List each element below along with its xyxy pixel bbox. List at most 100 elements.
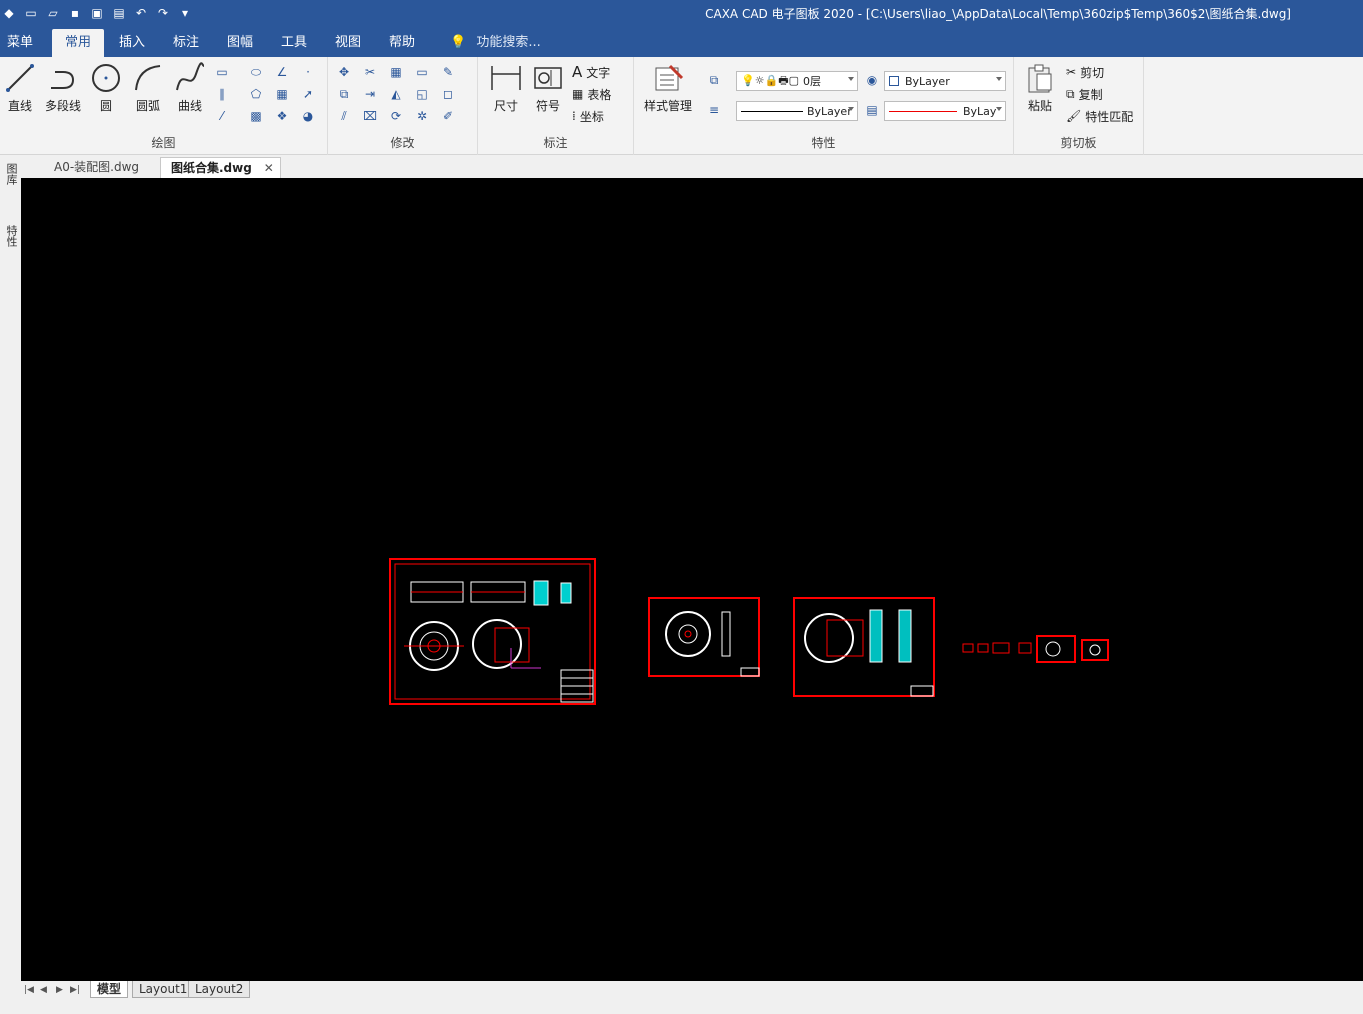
undo-icon[interactable]: ↶ xyxy=(132,4,150,22)
drawing-area[interactable] xyxy=(21,178,1363,981)
explode-icon[interactable]: ✲ xyxy=(412,107,432,125)
prev-tab-icon[interactable]: ◀ xyxy=(40,985,47,995)
parallel-line-icon[interactable]: ∥ xyxy=(212,85,232,103)
copy-button[interactable]: ⧉ 复制 xyxy=(1066,84,1103,104)
lightbulb-icon: 💡 xyxy=(450,35,467,50)
arrow-icon[interactable]: ➚ xyxy=(298,85,318,103)
text-icon: A xyxy=(572,63,583,81)
left-side-panel: 图库 特性 xyxy=(0,155,21,981)
app-icon[interactable]: ◆ xyxy=(0,4,18,22)
fill-icon[interactable]: ▩ xyxy=(246,107,266,125)
copy-object-icon[interactable]: ⧉ xyxy=(334,85,354,103)
layer-manager-icon[interactable]: ⧉ xyxy=(704,71,724,89)
group-annotation-label: 标注 xyxy=(543,136,568,150)
save-as-icon[interactable]: ▣ xyxy=(88,4,106,22)
lineweight-select[interactable]: ByLay xyxy=(884,101,1006,121)
linetype-select[interactable]: ByLayer xyxy=(736,101,858,121)
tab-common[interactable]: 常用 xyxy=(52,29,104,57)
fillet-icon[interactable]: ◻ xyxy=(438,85,458,103)
drawing-canvas[interactable] xyxy=(21,178,1363,981)
color-wheel-icon[interactable]: ◉ xyxy=(862,71,882,89)
next-tab-icon[interactable]: ▶ xyxy=(56,985,63,995)
new-icon[interactable]: ▭ xyxy=(22,4,40,22)
line-button[interactable]: 直线 xyxy=(0,61,40,114)
polyline-button[interactable]: 多段线 xyxy=(42,61,84,114)
edit-icon[interactable]: ✐ xyxy=(438,107,458,125)
scale-icon[interactable]: ◱ xyxy=(412,85,432,103)
arc-button[interactable]: 圆弧 xyxy=(128,61,168,114)
point-icon[interactable]: · xyxy=(298,63,318,81)
trim-icon[interactable]: ✂ xyxy=(360,63,380,81)
rotate-icon[interactable]: ⟳ xyxy=(386,107,406,125)
customize-icon[interactable]: ▾ xyxy=(176,4,194,22)
dimension-button[interactable]: 尺寸 xyxy=(486,61,526,114)
lineweight-preview xyxy=(889,110,957,112)
tab-menu[interactable]: 菜单 xyxy=(0,29,40,57)
region-icon[interactable]: ◕ xyxy=(298,107,318,125)
paste-button[interactable]: 粘贴 xyxy=(1020,61,1060,114)
color-select[interactable]: ByLayer xyxy=(884,71,1006,91)
arc-icon xyxy=(128,61,168,95)
first-tab-icon[interactable]: |◀ xyxy=(24,985,34,995)
lineweight-grid-icon[interactable]: ▤ xyxy=(862,101,882,119)
style-manager-icon xyxy=(638,61,698,95)
lineweight-icon[interactable]: ≡ xyxy=(704,101,724,119)
tab-help[interactable]: 帮助 xyxy=(382,29,422,57)
move-icon[interactable]: ✥ xyxy=(334,63,354,81)
extend-icon[interactable]: ⇥ xyxy=(360,85,380,103)
match-properties-icon: 🖌 xyxy=(1066,109,1082,123)
layer-select[interactable]: 💡☼🔒🖶▢ 0层 xyxy=(736,71,858,91)
symbol-button[interactable]: 符号 xyxy=(528,61,568,114)
tab-view[interactable]: 视图 xyxy=(328,29,368,57)
chevron-down-icon xyxy=(848,107,854,111)
mirror-icon[interactable]: ◭ xyxy=(386,85,406,103)
redo-icon[interactable]: ↷ xyxy=(154,4,172,22)
angle-icon[interactable]: ∠ xyxy=(272,63,292,81)
tab-annotate[interactable]: 标注 xyxy=(166,29,206,57)
tab-layout1[interactable]: Layout1 xyxy=(132,981,195,998)
tab-model[interactable]: 模型 xyxy=(90,981,129,998)
hatch-icon[interactable]: ▦ xyxy=(272,85,292,103)
table-icon: ▦ xyxy=(572,87,584,101)
doc-tab-assembly[interactable]: A0-装配图.dwg xyxy=(44,157,149,178)
rectangle-icon[interactable]: ▭ xyxy=(212,63,232,81)
text-button[interactable]: A 文字 xyxy=(572,62,610,82)
drawing-sheet[interactable] xyxy=(793,597,935,697)
break-icon[interactable]: ⌧ xyxy=(360,107,380,125)
last-tab-icon[interactable]: ▶| xyxy=(70,985,80,995)
offset-icon[interactable]: ⫽ xyxy=(334,107,354,125)
tab-sheet[interactable]: 图幅 xyxy=(220,29,260,57)
tab-layout2[interactable]: Layout2 xyxy=(188,981,251,998)
cut-button[interactable]: ✂ 剪切 xyxy=(1066,62,1104,82)
curve-button[interactable]: 曲线 xyxy=(170,61,210,114)
coordinate-button[interactable]: ⁞ 坐标 xyxy=(572,106,604,126)
match-properties-button[interactable]: 🖌 特性匹配 xyxy=(1066,106,1133,126)
group-clipboard: 粘贴 ✂ 剪切 ⧉ 复制 🖌 特性匹配 剪切板 xyxy=(1014,57,1144,155)
group-annotation: 尺寸 符号 A 文字 ▦ 表格 ⁞ 坐标 标注 xyxy=(478,57,634,155)
print-icon[interactable]: ▤ xyxy=(110,4,128,22)
title-bar: ◆ ▭ ▱ ▪ ▣ ▤ ↶ ↷ ▾ CAXA CAD 电子图板 2020 - [… xyxy=(0,0,1363,29)
block-icon[interactable]: ❖ xyxy=(272,107,292,125)
brush-icon[interactable]: ✎ xyxy=(438,63,458,81)
drawing-sheet[interactable] xyxy=(389,558,596,705)
open-icon[interactable]: ▱ xyxy=(44,4,62,22)
close-icon[interactable]: ✕ xyxy=(264,158,274,179)
drawing-sheet[interactable] xyxy=(648,597,760,677)
array-icon[interactable]: ▦ xyxy=(386,63,406,81)
properties-panel-tab[interactable]: 特性 xyxy=(3,225,18,247)
stretch-icon[interactable]: ▭ xyxy=(412,63,432,81)
drawing-sheet[interactable] xyxy=(962,635,1109,663)
ellipse-icon[interactable]: ⬭ xyxy=(246,63,266,81)
polygon-icon[interactable]: ⬠ xyxy=(246,85,266,103)
table-button[interactable]: ▦ 表格 xyxy=(572,84,611,104)
tab-tools[interactable]: 工具 xyxy=(274,29,314,57)
circle-button[interactable]: 圆 xyxy=(86,61,126,114)
library-panel-tab[interactable]: 图库 xyxy=(3,163,18,185)
centerline-icon[interactable]: ⁄ xyxy=(212,107,232,125)
tab-insert[interactable]: 插入 xyxy=(112,29,152,57)
style-manager-button[interactable]: 样式管理 xyxy=(638,61,698,114)
layer-state-icons: 💡☼🔒🖶▢ xyxy=(741,73,800,87)
feature-search[interactable]: 💡 功能搜索... xyxy=(450,29,541,57)
save-icon[interactable]: ▪ xyxy=(66,4,84,22)
doc-tab-collection[interactable]: 图纸合集.dwg ✕ xyxy=(160,157,281,178)
